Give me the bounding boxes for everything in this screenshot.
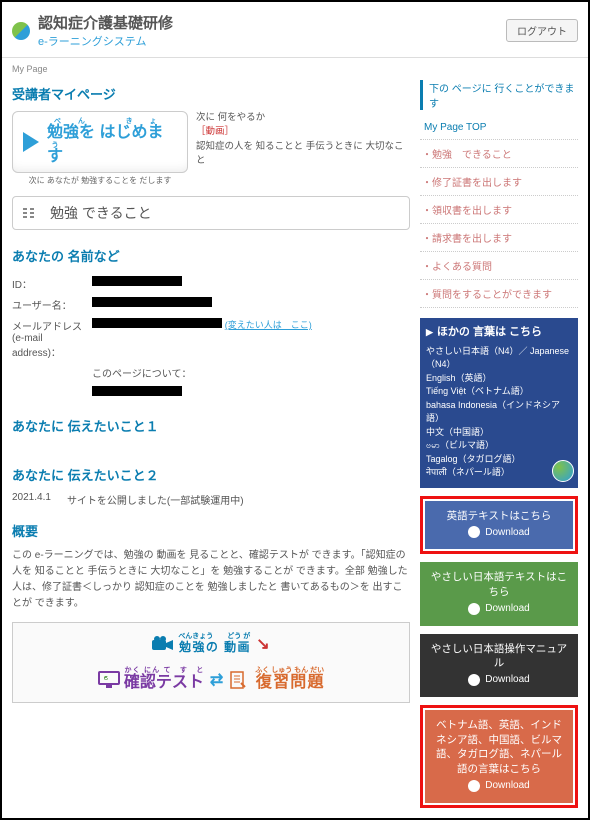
id-label: ID： bbox=[12, 276, 92, 291]
lang-line[interactable]: 中文（中国語） bbox=[426, 426, 572, 440]
id-value bbox=[92, 276, 182, 286]
flow-test: 確認テストかく にん て す と bbox=[98, 667, 204, 692]
study-available-label: 勉強 できること bbox=[50, 203, 152, 223]
globe-icon bbox=[552, 460, 574, 482]
sidebar-item-receipt[interactable]: 領収書を出します bbox=[420, 196, 578, 224]
movie-tag: ［動画］ bbox=[196, 125, 410, 139]
sidebar-heading: 下の ページに 行くことができます bbox=[420, 80, 578, 110]
next-lesson-block: 次に 何をやるか ［動画］ 認知症の人を 知ることと 手伝うときに 大切なこと bbox=[196, 111, 410, 168]
sidebar-item-mypage-top[interactable]: My Page TOP bbox=[420, 116, 578, 140]
change-email-link[interactable]: (変えたい人は ここ) bbox=[225, 320, 312, 330]
sidebar-nav: My Page TOP 勉強 できること 修了証書を出します 領収書を出します … bbox=[420, 116, 578, 308]
site-subtitle: e-ラーニングシステム bbox=[38, 33, 173, 49]
flow-video: 勉強の 動画べんきょう どう が bbox=[152, 633, 250, 655]
arrow-right-icon: ↘ bbox=[256, 634, 269, 654]
start-study-button[interactable]: 勉強を はじめますべん きょう bbox=[12, 111, 188, 173]
document-icon bbox=[229, 671, 251, 689]
page-note-label: このページについて： bbox=[92, 365, 410, 380]
page-note-value bbox=[92, 386, 182, 396]
download-label: Download bbox=[468, 674, 529, 686]
message2-heading: あなたに 伝えたいこと２ bbox=[12, 465, 410, 484]
sidebar-item-study[interactable]: 勉強 できること bbox=[420, 140, 578, 168]
username-value bbox=[92, 297, 212, 307]
start-study-subtext: 次に あなたが 勉強することを だします bbox=[12, 175, 188, 186]
arrow-left-icon: ⇄ bbox=[210, 670, 223, 690]
list-icon bbox=[23, 208, 34, 218]
lang-line[interactable]: やさしい日本語（N4）／ Japanese（N4） bbox=[426, 345, 572, 372]
lang-line[interactable]: Tiếng Việt（ベトナム語） bbox=[426, 385, 572, 399]
next-label: 次に 何をやるか bbox=[196, 111, 410, 125]
study-available-button[interactable]: 勉強 できること bbox=[12, 196, 410, 230]
download-manual[interactable]: やさしい日本語操作マニュアル Download bbox=[420, 634, 578, 697]
download-label: Download bbox=[468, 780, 529, 792]
sidebar-item-certificate[interactable]: 修了証書を出します bbox=[420, 168, 578, 196]
breadcrumb: My Page bbox=[12, 64, 578, 74]
overview-text: この e-ラーニングでは、勉強の 動画を 見ることと、確認テストが できます。「… bbox=[12, 548, 410, 612]
sidebar-item-faq[interactable]: よくある質問 bbox=[420, 252, 578, 280]
news-row: 2021.4.1 サイトを公開しました(一部試験運用中) bbox=[12, 492, 410, 507]
card-title: やさしい日本語操作マニュアル bbox=[428, 642, 570, 671]
play-icon bbox=[23, 132, 39, 152]
language-box: ほかの 言葉は こちら やさしい日本語（N4）／ Japanese（N4） En… bbox=[420, 318, 578, 488]
flow-review: 復習問題ふく しゅう もん だい bbox=[229, 667, 324, 692]
language-heading: ほかの 言葉は こちら bbox=[426, 324, 572, 341]
site-title: 認知症介護基礎研修 bbox=[38, 12, 173, 33]
lang-line[interactable]: English（英語） bbox=[426, 372, 572, 386]
monitor-icon bbox=[98, 671, 120, 689]
download-label: Download bbox=[468, 603, 529, 615]
highlight-english-text: 英語テキストはこちら Download bbox=[420, 496, 578, 555]
username-label: ユーザー名： bbox=[12, 297, 92, 312]
lang-line[interactable]: bahasa Indonesia（インドネシア語） bbox=[426, 399, 572, 426]
lang-line[interactable]: नेपाली（ネパール語） bbox=[426, 466, 572, 480]
start-study-label: 勉強を はじめますべん きょう bbox=[47, 118, 177, 166]
profile-heading: あなたの 名前など bbox=[12, 246, 410, 265]
download-label: Download bbox=[468, 526, 529, 538]
lang-line[interactable]: ဗမာ（ビルマ語） bbox=[426, 439, 572, 453]
logo-icon bbox=[12, 22, 30, 40]
news-date: 2021.4.1 bbox=[12, 492, 51, 507]
download-easy-japanese-text[interactable]: やさしい日本語テキストはこちら Download bbox=[420, 562, 578, 625]
flow-diagram: 勉強の 動画べんきょう どう が ↘ 確認テストかく にん て す と ⇄ 復習… bbox=[12, 622, 410, 703]
message1-heading: あなたに 伝えたいこと１ bbox=[12, 416, 410, 435]
page-title: 受講者マイページ bbox=[12, 84, 410, 103]
lang-line[interactable]: Tagalog（タガログ語） bbox=[426, 453, 572, 467]
download-multilang[interactable]: ベトナム語、英語、インドネシア語、中国語、ビルマ語、タガログ語、ネパール語の言葉… bbox=[425, 710, 573, 803]
sidebar-item-invoice[interactable]: 請求書を出します bbox=[420, 224, 578, 252]
download-english-text[interactable]: 英語テキストはこちら Download bbox=[425, 501, 573, 550]
logout-button[interactable]: ログアウト bbox=[506, 19, 578, 42]
email-value bbox=[92, 318, 222, 328]
overview-heading: 概要 bbox=[12, 521, 410, 540]
card-title: ベトナム語、英語、インドネシア語、中国語、ビルマ語、タガログ語、ネパール語の言葉… bbox=[433, 718, 565, 777]
sidebar-item-ask[interactable]: 質問をすることができます bbox=[420, 280, 578, 308]
card-title: 英語テキストはこちら bbox=[433, 509, 565, 524]
email-label: メールアドレス (e-mail address)： bbox=[12, 318, 92, 359]
card-title: やさしい日本語テキストはこちら bbox=[428, 570, 570, 599]
profile-block: ID： ユーザー名： メールアドレス (e-mail address)： (変え… bbox=[12, 273, 410, 402]
brand: 認知症介護基礎研修 e-ラーニングシステム bbox=[12, 12, 173, 49]
news-text: サイトを公開しました(一部試験運用中) bbox=[67, 492, 244, 507]
video-camera-icon bbox=[152, 635, 174, 653]
next-desc: 認知症の人を 知ることと 手伝うときに 大切なこと bbox=[196, 140, 410, 169]
highlight-multilang: ベトナム語、英語、インドネシア語、中国語、ビルマ語、タガログ語、ネパール語の言葉… bbox=[420, 705, 578, 808]
